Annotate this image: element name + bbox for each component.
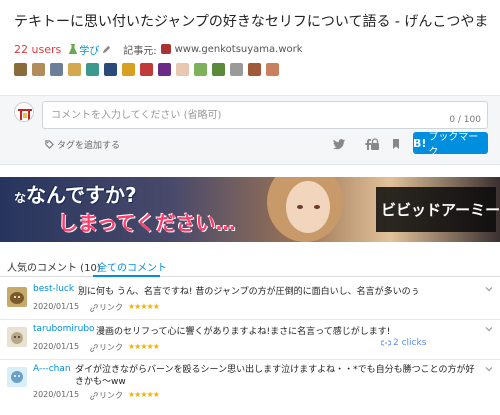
comment-item: tarubomirubo 漫画のセリフって心に響くがありますよね!まさに名言って… xyxy=(0,320,500,360)
bookmark-composer: 0 / 100 タグを追加する B! ブックマーク xyxy=(0,95,500,165)
link-icon xyxy=(90,303,98,312)
avatar[interactable] xyxy=(14,63,27,76)
comment-date[interactable]: 2020/01/15 xyxy=(33,390,79,399)
tab-all-comments[interactable]: 全てのコメント xyxy=(97,259,167,274)
avatar[interactable] xyxy=(176,63,189,76)
add-tag-label: タグを追加する xyxy=(57,141,121,151)
avatar[interactable] xyxy=(140,63,153,76)
pencil-icon[interactable] xyxy=(102,45,111,54)
comment-link[interactable]: リンク xyxy=(90,390,123,401)
ad-banner[interactable]: ななんですか? しまってください… ビビッドアーミー xyxy=(0,177,500,242)
tag-icon xyxy=(45,140,54,149)
chevron-down-icon[interactable] xyxy=(484,284,494,294)
banner-prefix: な xyxy=(14,191,27,205)
users-count[interactable]: 22 users xyxy=(14,43,61,56)
chevron-down-icon[interactable] xyxy=(484,364,494,374)
category-link[interactable]: 学び xyxy=(79,42,99,57)
avatar[interactable] xyxy=(248,63,261,76)
avatar[interactable] xyxy=(50,63,63,76)
avatar[interactable] xyxy=(32,63,45,76)
banner-headline: ななんですか? xyxy=(14,179,137,208)
comment-link[interactable]: リンク xyxy=(90,302,123,313)
source-link[interactable]: www.genkotsuyama.work xyxy=(175,44,303,55)
comment-link[interactable]: リンク xyxy=(90,342,123,353)
link-icon xyxy=(90,391,98,400)
click-count-label: 2 clicks xyxy=(393,338,427,348)
comment-username[interactable]: tarubomirubo xyxy=(33,324,95,334)
star-rating[interactable]: ★★★★★ xyxy=(128,390,160,399)
avatar[interactable] xyxy=(158,63,171,76)
twitter-icon[interactable] xyxy=(333,138,345,150)
entry-title[interactable]: テキトーに思い付いたジャンプの好きなセリフについて語る - げんこつやま xyxy=(14,12,488,32)
source-label: 記事元: xyxy=(123,45,157,57)
bookmarker-avatars xyxy=(14,63,284,76)
comment-text: ダイが泣きながらバーンを殴るシーン思い出します泣けますよね・・*でも自分も勝つこ… xyxy=(75,365,475,387)
avatar[interactable] xyxy=(7,287,27,307)
star-rating[interactable]: ★★★★★ xyxy=(128,342,160,351)
avatar[interactable] xyxy=(194,63,207,76)
comment-date[interactable]: 2020/01/15 xyxy=(33,302,79,311)
char-counter: 0 / 100 xyxy=(449,115,481,125)
user-avatar-image xyxy=(7,287,27,307)
comment-username[interactable]: A---chan xyxy=(33,364,71,374)
click-count[interactable]: 2 clicks xyxy=(381,338,426,348)
star-rating[interactable]: ★★★★★ xyxy=(128,302,160,311)
flask-icon xyxy=(69,44,78,54)
comment-date[interactable]: 2020/01/15 xyxy=(33,342,79,351)
bookmark-b-logo: B! xyxy=(413,136,427,150)
comment-link-label: リンク xyxy=(99,391,123,400)
bookmark-button-label: ブックマーク xyxy=(428,132,479,158)
avatar[interactable] xyxy=(266,63,279,76)
active-tab-indicator xyxy=(93,275,160,277)
add-tag-button[interactable]: タグを追加する xyxy=(45,138,120,151)
comment-item: A---chan ダイが泣きながらバーンを殴るシーン思い出します泣けますよね・・… xyxy=(0,360,500,415)
chevron-down-icon[interactable] xyxy=(484,324,494,334)
comment-link-label: リンク xyxy=(99,303,123,312)
avatar[interactable] xyxy=(68,63,81,76)
shrine-icon xyxy=(15,103,33,121)
my-avatar xyxy=(14,102,34,122)
entry-header: テキトーに思い付いたジャンプの好きなセリフについて語る - げんこつやま 22 … xyxy=(0,0,500,95)
avatar[interactable] xyxy=(7,367,27,387)
avatar[interactable] xyxy=(230,63,243,76)
chain-icon xyxy=(381,340,391,346)
bookmark-button[interactable]: B! ブックマーク xyxy=(413,132,488,158)
lock-icon[interactable] xyxy=(369,138,381,150)
avatar[interactable] xyxy=(7,327,27,347)
avatar[interactable] xyxy=(104,63,117,76)
avatar[interactable] xyxy=(86,63,99,76)
comment-item: best-luck 別に何も うん、名言ですね! 昔のジャンプの方が圧倒的に面白… xyxy=(0,280,500,320)
favicon xyxy=(160,44,171,54)
comment-box[interactable]: 0 / 100 xyxy=(42,101,488,129)
comment-input[interactable] xyxy=(51,107,351,123)
comment-username[interactable]: best-luck xyxy=(33,284,74,294)
bookmark-icon[interactable] xyxy=(390,138,402,150)
banner-subline: しまってください… xyxy=(58,211,236,235)
comment-tabs: 人気のコメント (10) 全てのコメント xyxy=(0,255,500,277)
avatar[interactable] xyxy=(212,63,225,76)
user-avatar-image xyxy=(7,327,27,347)
link-icon xyxy=(90,343,98,352)
comment-text: 漫画のセリフって心に響くがありますよね!まさに名言って感じがします! xyxy=(96,327,391,337)
comment-text: 別に何も うん、名言ですね! 昔のジャンプの方が圧倒的に面白いし、名言が多いのぅ xyxy=(78,287,420,297)
banner-line1: なんですか? xyxy=(26,183,137,207)
banner-brand: ビビッドアーミー xyxy=(381,201,500,219)
user-avatar-image xyxy=(7,367,27,387)
avatar[interactable] xyxy=(122,63,135,76)
entry-meta: 22 users 学び 記事元: www.genkotsuyama.work xyxy=(14,41,303,57)
comment-link-label: リンク xyxy=(99,343,123,352)
tab-popular-comments[interactable]: 人気のコメント (10) xyxy=(7,259,101,274)
